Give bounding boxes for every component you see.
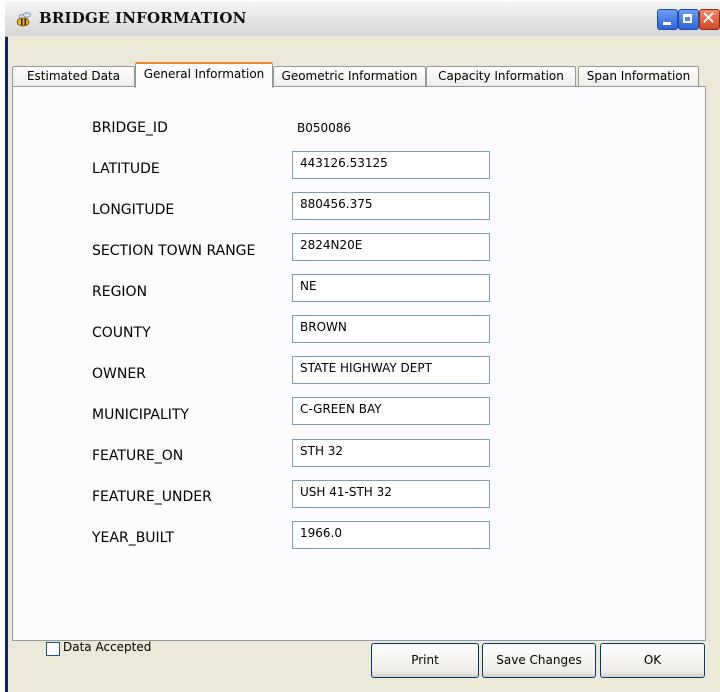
county-field[interactable]: BROWN xyxy=(292,315,490,343)
close-icon: ✕ xyxy=(701,8,717,29)
latitude-label: LATITUDE xyxy=(92,161,160,177)
minimize-icon xyxy=(663,22,671,25)
data-accepted-checkbox[interactable] xyxy=(46,642,60,656)
tab-geometric-information[interactable]: Geometric Information xyxy=(273,66,426,87)
municipality-label: MUNICIPALITY xyxy=(92,407,189,423)
owner-field[interactable]: STATE HIGHWAY DEPT xyxy=(292,356,490,384)
title-bar[interactable]: BRIDGE INFORMATION ✕ xyxy=(5,2,720,37)
print-button[interactable]: Print xyxy=(371,643,479,678)
dialog-body: Estimated Data General Information Geome… xyxy=(8,36,720,692)
feature-on-label: FEATURE_ON xyxy=(92,448,184,464)
tab-general-information[interactable]: General Information xyxy=(135,62,273,88)
year-built-field[interactable]: 1966.0 xyxy=(292,521,490,549)
owner-label: OWNER xyxy=(92,366,146,382)
region-field[interactable]: NE xyxy=(292,274,490,302)
municipality-field[interactable]: C-GREEN BAY xyxy=(292,397,490,425)
bridge-information-window: BRIDGE INFORMATION ✕ Estimated Data Gene… xyxy=(5,2,720,692)
feature-on-field[interactable]: STH 32 xyxy=(292,439,490,467)
county-label: COUNTY xyxy=(92,325,151,341)
tab-capacity-information[interactable]: Capacity Information xyxy=(426,66,576,87)
longitude-field[interactable]: 880456.375 xyxy=(292,192,490,220)
ok-button[interactable]: OK xyxy=(600,643,705,678)
feature-under-field[interactable]: USH 41-STH 32 xyxy=(292,480,490,508)
tab-span-information[interactable]: Span Information xyxy=(578,66,699,87)
section-town-range-label: SECTION TOWN RANGE xyxy=(92,243,256,259)
feature-under-label: FEATURE_UNDER xyxy=(92,489,212,505)
close-button[interactable]: ✕ xyxy=(699,8,720,30)
year-built-label: YEAR_BUILT xyxy=(92,530,175,546)
region-label: REGION xyxy=(92,284,148,300)
latitude-field[interactable]: 443126.53125 xyxy=(292,151,490,179)
section-town-range-field[interactable]: 2824N20E xyxy=(292,233,490,261)
bridge-id-label: BRIDGE_ID xyxy=(92,120,168,136)
tab-estimated-data[interactable]: Estimated Data xyxy=(12,66,135,87)
window-title: BRIDGE INFORMATION xyxy=(39,9,247,27)
bridge-id-value: B050086 xyxy=(297,121,352,135)
minimize-button[interactable] xyxy=(657,9,678,30)
maximize-icon xyxy=(683,14,692,23)
maximize-button[interactable] xyxy=(678,9,699,30)
bee-icon xyxy=(16,12,31,27)
save-changes-button[interactable]: Save Changes xyxy=(482,643,596,678)
data-accepted-label[interactable]: Data Accepted xyxy=(63,640,151,654)
longitude-label: LONGITUDE xyxy=(92,202,175,218)
